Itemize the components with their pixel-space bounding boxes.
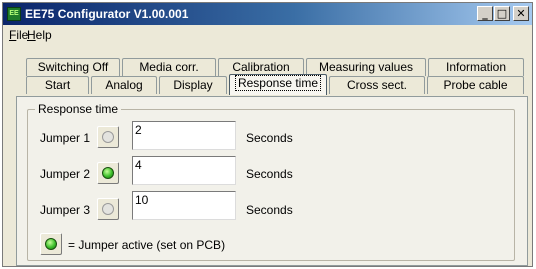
tab-label: Display [173,78,213,92]
jumper-2-label: Jumper 2 [40,167,91,181]
led-off-icon [102,203,114,215]
menu-bar: File Help [3,25,532,44]
tab-information[interactable]: Information [428,58,524,76]
jumper-1-unit: Seconds [246,131,293,145]
tab-label: Response time [234,75,322,91]
maximize-button[interactable]: □ [494,6,510,21]
led-on-icon [45,238,57,250]
tab-label: Start [44,78,71,92]
app-icon[interactable]: EE [7,7,21,21]
jumper-2-seconds-input[interactable]: 4 [132,156,236,185]
menu-help-mnemonic: H [27,28,36,42]
jumper-3-seconds-input[interactable]: 10 [132,191,236,220]
tab-start[interactable]: Start [26,76,89,94]
legend-text: = Jumper active (set on PCB) [68,238,226,252]
jumper-1-label: Jumper 1 [40,131,91,145]
legend-indicator [40,233,62,255]
group-title: Response time [35,102,122,116]
minimize-button[interactable]: _ [477,6,493,21]
menu-help[interactable]: Help [27,28,52,42]
tab-label: Calibration [232,60,290,74]
led-off-icon [102,131,114,143]
tab-label: Switching Off [37,60,109,74]
tab-analog[interactable]: Analog [91,76,157,94]
tab-label: Cross sect. [346,78,407,92]
jumper-2-unit: Seconds [246,167,293,181]
tab-display[interactable]: Display [159,76,227,94]
tab-label: Probe cable [443,78,508,92]
jumper-1-seconds-input[interactable]: 2 [132,121,236,150]
close-button[interactable]: ✕ [513,6,529,21]
jumper-3-indicator-button[interactable] [97,198,119,220]
tab-switching-off[interactable]: Switching Off [26,58,120,76]
tab-label: Measuring values [318,60,414,74]
jumper-3-label: Jumper 3 [40,203,91,217]
response-time-panel: Response time Jumper 1 2 Seconds Jumper … [16,96,528,266]
tab-probe-cable[interactable]: Probe cable [427,76,524,94]
jumper-3-unit: Seconds [246,203,293,217]
tab-label: Analog [105,78,143,92]
app-window: EE EE75 Configurator V1.00.001 _ □ ✕ Fil… [2,2,533,267]
tab-media-corr[interactable]: Media corr. [122,58,216,76]
tab-cross-sect[interactable]: Cross sect. [329,76,425,94]
tab-response-time[interactable]: Response time [229,74,327,95]
menu-file[interactable]: File [9,28,28,42]
tab-label: Information [445,60,507,74]
menu-help-label: elp [35,28,52,42]
title-bar[interactable]: EE EE75 Configurator V1.00.001 _ □ ✕ [3,3,532,25]
jumper-2-indicator-button[interactable] [97,162,119,184]
led-on-icon [102,167,114,179]
response-time-group: Response time Jumper 1 2 Seconds Jumper … [27,102,515,261]
tab-label: Media corr. [139,60,199,74]
jumper-1-indicator-button[interactable] [97,126,119,148]
window-title: EE75 Configurator V1.00.001 [25,7,189,21]
